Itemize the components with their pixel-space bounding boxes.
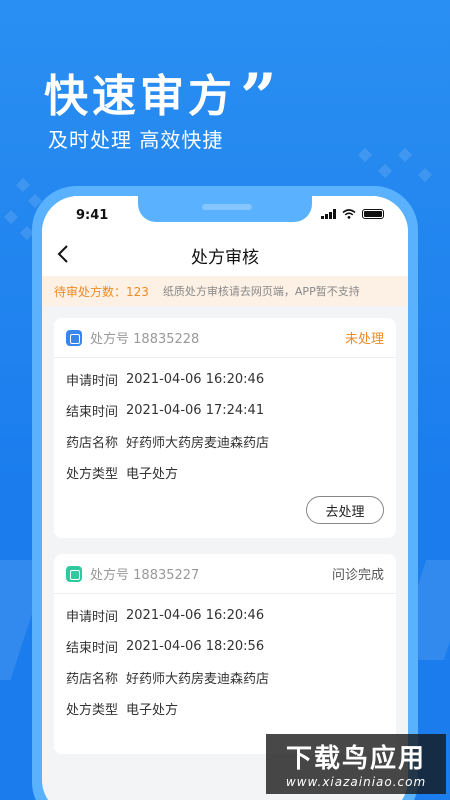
end-time-value: 2021-04-06 17:24:41 [126,403,265,418]
status-time: 9:41 [76,208,109,223]
prescription-number: 处方号 18835228 [90,328,199,347]
apply-time-label: 申请时间 [66,374,119,389]
hero-title: 快速审方 [44,71,236,122]
pharmacy-row: 药店名称 好药师大药房麦迪森药店 [66,662,384,693]
wifi-icon [342,209,356,219]
phone-frame: 9:41 处方审核 待审处方数：123 纸质处方审核请去网页端，APP暂不支持 … [32,186,418,800]
apply-time-row: 申请时间 2021-04-06 16:20:46 [66,364,384,395]
decor-dot [397,147,413,163]
rx-type-label: 处方类型 [66,467,119,482]
decor-dot [3,209,19,225]
rx-number-label: 处方号 [90,568,130,583]
card-body: 申请时间 2021-04-06 16:20:46 结束时间 2021-04-06… [54,594,396,728]
decor-dot [417,167,433,183]
apply-time-label: 申请时间 [66,610,119,625]
prescription-icon [66,565,82,582]
prescription-icon [66,329,82,346]
prescription-card[interactable]: 处方号 18835227 问诊完成 申请时间 2021-04-06 16:20:… [54,554,396,754]
pharmacy-row: 药店名称 好药师大药房麦迪森药店 [66,426,384,457]
end-time-row: 结束时间 2021-04-06 18:20:56 [66,631,384,662]
notice-banner: 待审处方数：123 纸质处方审核请去网页端，APP暂不支持 [42,276,408,306]
pending-count: 待审处方数：123 [54,284,149,299]
hero-subtitle: 及时处理 高效快捷 [48,128,224,152]
end-time-label: 结束时间 [66,405,119,420]
rx-type-value: 电子处方 [126,467,179,482]
nav-bar: 处方审核 [42,232,408,276]
phone-screen: 9:41 处方审核 待审处方数：123 纸质处方审核请去网页端，APP暂不支持 … [42,196,408,800]
decor-dot [15,177,31,193]
pharmacy-label: 药店名称 [66,436,119,451]
status-icons [321,209,384,219]
rx-type-row: 处方类型 电子处方 [66,693,384,724]
rx-type-label: 处方类型 [66,703,119,718]
pharmacy-label: 药店名称 [66,672,119,687]
prescription-number: 处方号 18835227 [90,564,199,583]
quote-mark-icon: ” [240,60,277,135]
apply-time-row: 申请时间 2021-04-06 16:20:46 [66,600,384,631]
rx-number-label: 处方号 [90,332,130,347]
battery-icon [362,209,384,219]
decor-dot [357,147,373,163]
prescription-card[interactable]: 处方号 18835228 未处理 申请时间 2021-04-06 16:20:4… [54,318,396,538]
end-time-row: 结束时间 2021-04-06 17:24:41 [66,395,384,426]
page-title: 处方审核 [191,248,259,268]
card-footer: 去处理 [54,492,396,538]
pharmacy-value: 好药师大药房麦迪森药店 [126,436,270,451]
card-header: 处方号 18835227 问诊完成 [54,554,396,594]
process-button[interactable]: 去处理 [306,496,384,524]
notice-message: 纸质处方审核请去网页端，APP暂不支持 [162,285,360,298]
pharmacy-value: 好药师大药房麦迪森药店 [126,672,270,687]
watermark-url: www.xiazainiao.com [285,775,427,789]
card-body: 申请时间 2021-04-06 16:20:46 结束时间 2021-04-06… [54,358,396,492]
signal-icon [321,209,336,219]
card-header: 处方号 18835228 未处理 [54,318,396,358]
watermark-title: 下载鸟应用 [285,744,426,774]
rx-type-row: 处方类型 电子处方 [66,457,384,488]
decor-dot [377,163,393,179]
end-time-value: 2021-04-06 18:20:56 [126,639,265,654]
rx-number-value: 18835227 [133,568,200,583]
apply-time-value: 2021-04-06 16:20:46 [126,372,265,387]
apply-time-value: 2021-04-06 16:20:46 [126,608,265,623]
phone-speaker [202,204,252,210]
status-badge: 问诊完成 [331,568,384,583]
site-watermark: 下载鸟应用 www.xiazainiao.com [266,734,446,794]
rx-number-value: 18835228 [133,332,200,347]
rx-type-value: 电子处方 [126,703,179,718]
end-time-label: 结束时间 [66,641,119,656]
status-badge: 未处理 [344,332,384,347]
